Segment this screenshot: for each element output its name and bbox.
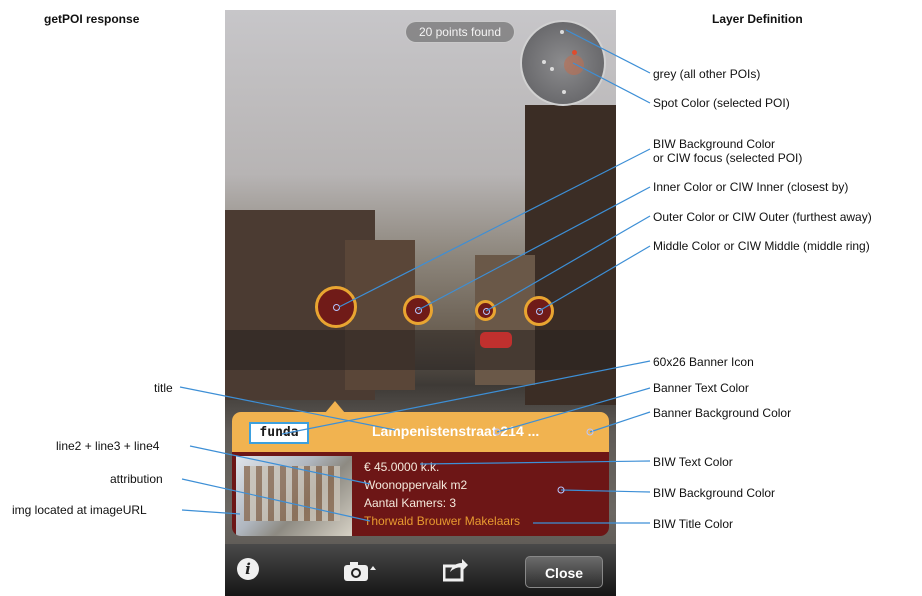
poi-middle-marker[interactable] [524, 296, 554, 326]
label-inner-color: Inner Color or CIW Inner (closest by) [653, 180, 849, 194]
car [480, 332, 512, 348]
points-found-badge: 20 points found [405, 21, 515, 43]
poi-outer-marker[interactable] [475, 300, 496, 321]
share-icon[interactable] [442, 558, 469, 587]
radar-poi-dot [560, 30, 564, 34]
label-biw-text-color: BIW Text Color [653, 455, 733, 469]
label-banner-text-color: Banner Text Color [653, 381, 749, 395]
left-heading: getPOI response [44, 12, 140, 26]
label-grey-pois: grey (all other POIs) [653, 67, 761, 81]
label-banner-icon: 60x26 Banner Icon [653, 355, 754, 369]
label-img-url: img located at imageURL [12, 503, 147, 517]
phone-screen: 20 points found funda Lampenistenstraat … [225, 10, 616, 596]
poi-inner-marker[interactable] [403, 295, 433, 325]
label-lines: line2 + line3 + line4 [56, 439, 160, 453]
label-attribution: attribution [110, 472, 163, 486]
label-biw-background: BIW Background Color [653, 486, 776, 500]
label-spot-color: Spot Color (selected POI) [653, 96, 790, 110]
label-biw-title-color: BIW Title Color [653, 517, 734, 531]
biw-line3: Woonoppervalk m2 [364, 478, 468, 492]
info-icon[interactable]: i [237, 558, 259, 580]
radar-poi-dot [550, 67, 554, 71]
close-button[interactable]: Close [525, 556, 603, 588]
biw-line2: € 45.0000 k.k. [364, 460, 440, 474]
poi-selected-marker[interactable] [315, 286, 357, 328]
radar-widget[interactable] [520, 20, 606, 106]
biw-panel[interactable]: € 45.0000 k.k. Woonoppervalk m2 Aantal K… [232, 452, 609, 536]
bridge-railing [225, 330, 616, 370]
banner-title: Lampenistenstraat 214 ... [372, 423, 540, 439]
bottom-toolbar: i Close [225, 544, 616, 596]
radar-spot-sector [564, 55, 584, 75]
label-outer-color: Outer Color or CIW Outer (furthest away) [653, 210, 872, 224]
radar-poi-dot [542, 60, 546, 64]
biw-attribution: Thorwald Brouwer Makelaars [364, 514, 521, 528]
biw-line4: Aantal Kamers: 3 [364, 496, 457, 510]
biw-image [236, 456, 352, 536]
label-banner-background: Banner Background Color [653, 406, 792, 420]
camera-icon[interactable] [343, 560, 377, 587]
label-title: title [154, 381, 173, 395]
radar-poi-dot [562, 90, 566, 94]
right-heading: Layer Definition [712, 12, 803, 26]
label-middle-color: Middle Color or CIW Middle (middle ring) [653, 239, 870, 253]
label-biw-background-focus: BIW Background Color or CIW focus (selec… [653, 137, 803, 165]
banner[interactable]: funda Lampenistenstraat 214 ... [232, 412, 609, 452]
banner-icon: funda [249, 422, 309, 444]
radar-selected-dot [572, 50, 577, 55]
